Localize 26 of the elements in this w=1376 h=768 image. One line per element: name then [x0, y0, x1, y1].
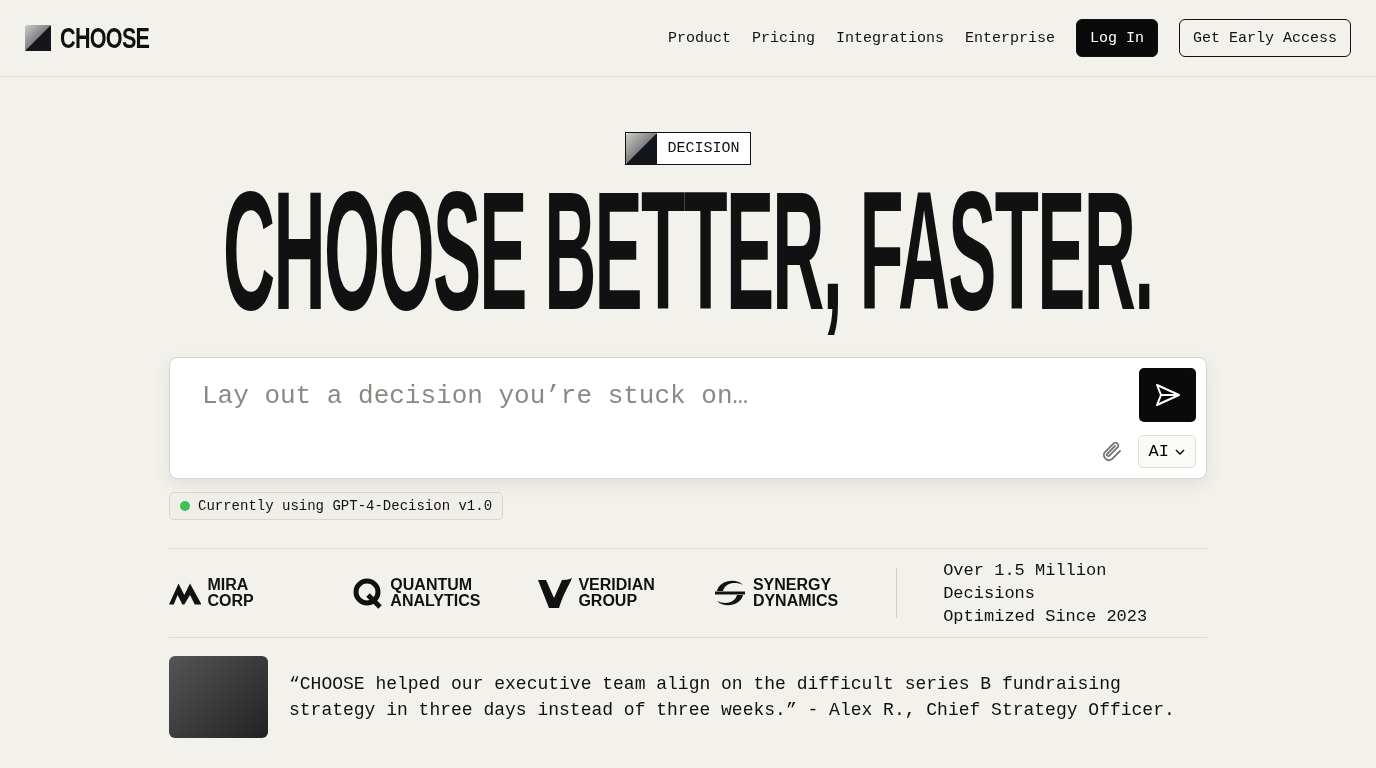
hero-headline: CHOOSE BETTER, FASTER.: [223, 167, 1153, 335]
nav-link[interactable]: Product: [667, 29, 731, 47]
diagonal-square-icon: [626, 133, 658, 164]
nav-link[interactable]: Enterprise: [964, 29, 1055, 47]
paperclip-icon[interactable]: [1101, 439, 1124, 464]
early-access-button[interactable]: Get Early Access: [1178, 19, 1351, 57]
company-name: SYNERGY DYNAMICS: [752, 577, 839, 609]
model-status-text: Currently using GPT-4-Decision v1.0: [198, 498, 493, 514]
brand-wordmark[interactable]: CHOOSE: [60, 21, 150, 55]
chevron-down-icon: [1175, 448, 1185, 455]
company-name: QUANTUM ANALYTICS: [390, 577, 481, 609]
nav-link[interactable]: Integrations: [835, 29, 944, 47]
prompt-field[interactable]: Lay out a decision you’re stuck on… AI: [169, 357, 1207, 479]
send-icon: [1154, 383, 1181, 407]
decision-badge: DECISION: [625, 132, 751, 165]
nav-link[interactable]: Pricing: [751, 29, 815, 47]
model-dropdown[interactable]: AI: [1137, 435, 1196, 468]
peaks-logo-icon: [169, 581, 202, 605]
send-button[interactable]: [1139, 368, 1196, 422]
company-name: MIRA CORP: [207, 577, 255, 609]
login-button[interactable]: Log In: [1075, 19, 1158, 57]
diagonal-square-icon: [25, 25, 51, 51]
v-logo-icon: [538, 578, 573, 608]
company-name: VERIDIAN GROUP: [578, 577, 655, 609]
decisions-stat: Over 1.5 Million Decisions Optimized Since 2023: [943, 559, 1149, 628]
testimonial-quote: “CHOOSE helped our executive team align on the difficult series B fundraising strategy in three days instead of three weeks.” - Alex R., Chief Strategy Officer.: [289, 673, 1176, 722]
